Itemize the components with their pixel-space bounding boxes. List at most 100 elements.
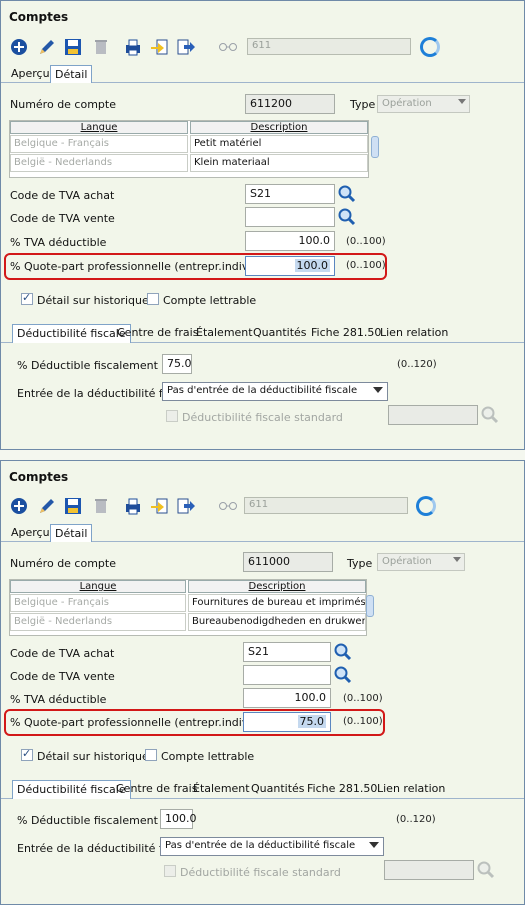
link-glasses-icon[interactable] xyxy=(219,42,237,52)
account-number-field[interactable]: 611000 xyxy=(243,552,333,572)
grid-cell-language: Belgique - Français xyxy=(10,135,188,153)
vat-purchase-label: Code de TVA achat xyxy=(10,647,115,660)
grid-cell-description[interactable]: Klein materiaal xyxy=(190,154,368,172)
vat-deductible-label: % TVA déductible xyxy=(10,693,107,706)
fiscal-deductible-field[interactable]: 100.0 xyxy=(160,809,197,829)
history-detail-checkbox[interactable] xyxy=(21,291,33,305)
history-detail-label: Détail sur historique xyxy=(37,294,149,307)
import-icon[interactable] xyxy=(149,37,169,57)
export-icon[interactable] xyxy=(176,37,196,57)
subtab-fiche-28150[interactable]: Fiche 281.50 xyxy=(303,780,381,799)
import-icon[interactable] xyxy=(149,496,169,516)
edit-pencil-icon[interactable] xyxy=(37,496,57,516)
search-icon[interactable] xyxy=(337,207,357,227)
type-label: Type xyxy=(350,98,376,111)
standard-deductibility-checkbox[interactable] xyxy=(164,865,176,877)
add-icon[interactable] xyxy=(9,37,29,57)
lettrable-checkbox[interactable] xyxy=(147,293,159,305)
print-icon[interactable] xyxy=(123,496,143,516)
grid-header-description[interactable]: Description xyxy=(188,580,366,593)
vat-deductible-range: (0..100) xyxy=(346,236,386,247)
quote-part-range: (0..100) xyxy=(343,716,383,727)
grid-cell-description[interactable]: Petit matériel xyxy=(190,135,368,153)
vat-deductible-field[interactable]: 100.0 xyxy=(245,231,335,251)
refresh-spinner-icon[interactable] xyxy=(420,37,440,57)
lettrable-checkbox[interactable] xyxy=(145,749,157,761)
delete-trash-icon[interactable] xyxy=(91,37,111,57)
chevron-down-icon xyxy=(458,99,466,104)
grid-cell-language: België - Nederlands xyxy=(10,613,186,631)
lettrable-label: Compte lettrable xyxy=(161,750,255,763)
subtab-spreading[interactable]: Étalement xyxy=(189,780,254,799)
grid-header-language[interactable]: Langue xyxy=(10,580,186,593)
grid-cell-description[interactable]: Fournitures de bureau et imprimés xyxy=(188,594,366,612)
search-icon[interactable] xyxy=(476,860,496,880)
vat-sale-field[interactable] xyxy=(245,207,335,227)
quote-part-field[interactable]: 100.0 xyxy=(245,256,335,276)
refresh-spinner-icon[interactable] xyxy=(416,496,436,516)
quote-part-field[interactable]: 75.0 xyxy=(243,712,331,732)
standard-deductibility-field[interactable] xyxy=(384,860,474,880)
standard-deductibility-checkbox[interactable] xyxy=(166,410,178,422)
vat-purchase-field[interactable]: S21 xyxy=(243,642,331,662)
search-icon[interactable] xyxy=(480,405,500,425)
account-number-field[interactable]: 611200 xyxy=(245,94,335,114)
fiscal-deductible-field[interactable]: 75.0 xyxy=(162,354,192,374)
fiscal-entry-select[interactable]: Pas d'entrée de la déductibilité fiscale xyxy=(162,382,388,401)
add-icon[interactable] xyxy=(9,496,29,516)
link-glasses-icon[interactable] xyxy=(219,501,237,511)
subtab-quantities[interactable]: Quantités xyxy=(249,324,311,343)
subtab-fiche-28150[interactable]: Fiche 281.50 xyxy=(307,324,385,343)
vat-purchase-label: Code de TVA achat xyxy=(10,189,115,202)
grid-scrollbar[interactable] xyxy=(366,595,374,617)
search-icon[interactable] xyxy=(337,184,357,204)
grid-cell-language: België - Nederlands xyxy=(10,154,188,172)
standard-deductibility-field[interactable] xyxy=(388,405,478,425)
fiscal-deductible-range: (0..120) xyxy=(396,814,436,825)
vat-sale-field[interactable] xyxy=(243,665,331,685)
fiscal-deductible-label: % Déductible fiscalement xyxy=(17,814,158,827)
window-title: Comptes xyxy=(9,10,69,24)
fiscal-deductible-label: % Déductible fiscalement xyxy=(17,359,158,372)
history-detail-checkbox[interactable] xyxy=(21,747,33,761)
type-select[interactable]: Opération xyxy=(377,95,470,113)
vat-deductible-range: (0..100) xyxy=(343,693,383,704)
record-field[interactable]: 611 xyxy=(244,497,408,514)
vat-deductible-label: % TVA déductible xyxy=(10,236,107,249)
record-field[interactable]: 611 xyxy=(247,38,411,55)
tab-apercu[interactable]: Aperçu xyxy=(7,524,54,542)
type-select[interactable]: Opération xyxy=(377,553,465,571)
fiscal-entry-select[interactable]: Pas d'entrée de la déductibilité fiscale xyxy=(160,837,384,856)
save-disk-icon[interactable] xyxy=(63,496,83,516)
accounts-window-2: Comptes 611 Aperçu Détail Numéro de comp… xyxy=(0,460,525,905)
subtab-relation-link[interactable]: Lien relation xyxy=(376,324,452,343)
subtab-relation-link[interactable]: Lien relation xyxy=(373,780,449,799)
delete-trash-icon[interactable] xyxy=(91,496,111,516)
history-detail-label: Détail sur historique xyxy=(37,750,149,763)
save-disk-icon[interactable] xyxy=(63,37,83,57)
edit-pencil-icon[interactable] xyxy=(37,37,57,57)
chevron-down-icon xyxy=(369,842,379,848)
grid-header-language[interactable]: Langue xyxy=(10,121,188,134)
subtab-quantities[interactable]: Quantités xyxy=(247,780,309,799)
accounts-window-1: Comptes 611 Aperçu Détail Numéro de comp… xyxy=(0,0,525,450)
chevron-down-icon xyxy=(373,387,383,393)
tab-detail[interactable]: Détail xyxy=(50,65,93,83)
tab-apercu[interactable]: Aperçu xyxy=(7,65,54,83)
search-icon[interactable] xyxy=(333,642,353,662)
window-title: Comptes xyxy=(9,470,69,484)
grid-header-description[interactable]: Description xyxy=(190,121,368,134)
grid-scrollbar[interactable] xyxy=(371,136,379,158)
subtab-cost-center[interactable]: Centre de frais xyxy=(113,324,202,343)
vat-purchase-field[interactable]: S21 xyxy=(245,184,335,204)
type-label: Type xyxy=(347,557,373,570)
tab-detail[interactable]: Détail xyxy=(50,524,93,542)
print-icon[interactable] xyxy=(123,37,143,57)
grid-cell-description[interactable]: Bureaubenodigdheden en drukwerk xyxy=(188,613,366,631)
subtab-spreading[interactable]: Étalement xyxy=(192,324,257,343)
export-icon[interactable] xyxy=(176,496,196,516)
vat-deductible-field[interactable]: 100.0 xyxy=(243,688,331,708)
grid-cell-language: Belgique - Français xyxy=(10,594,186,612)
search-icon[interactable] xyxy=(333,665,353,685)
standard-deductibility-label: Déductibilité fiscale standard xyxy=(182,411,343,424)
